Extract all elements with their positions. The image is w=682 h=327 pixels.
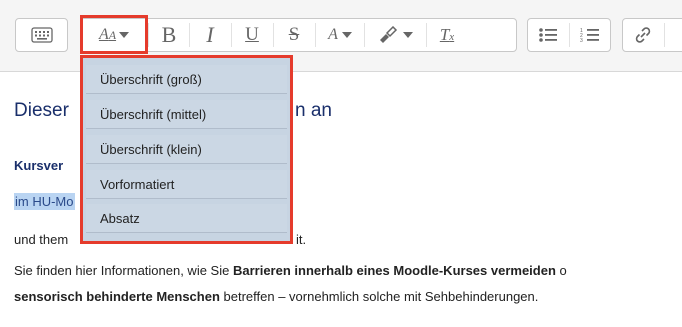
strikethrough-icon: S: [288, 24, 300, 45]
menu-item-heading-medium[interactable]: Überschrift (mittel): [86, 100, 287, 129]
toolbar-group-lists: 1 2 3: [527, 18, 611, 52]
heading-dropdown-menu: Überschrift (groß) Überschrift (mittel) …: [80, 55, 293, 244]
background-color-button[interactable]: [365, 19, 425, 51]
font-color-icon: A: [328, 26, 338, 43]
bold-button[interactable]: B: [149, 19, 189, 51]
bullet-list-icon: [539, 28, 557, 42]
menu-item-paragraph[interactable]: Absatz: [86, 204, 287, 233]
svg-text:3: 3: [580, 38, 583, 43]
numbered-list-icon: 1 2 3: [580, 28, 599, 43]
link-icon: [635, 27, 651, 43]
bold-icon: B: [161, 22, 177, 47]
backcolor-icon: [380, 26, 398, 43]
toolbar-group-link: [622, 18, 682, 52]
menu-item-preformatted[interactable]: Vorformatiert: [86, 170, 287, 199]
strikethrough-button[interactable]: S: [274, 19, 314, 51]
paragraph-line-1: Sie finden hier Informationen, wie Sie B…: [14, 263, 567, 278]
menu-item-heading-large[interactable]: Überschrift (groß): [86, 65, 287, 94]
selected-text: im HU-Mo: [14, 193, 75, 210]
italic-icon: I: [206, 22, 214, 47]
numbered-list-button[interactable]: 1 2 3: [570, 19, 610, 51]
italic-button[interactable]: I: [190, 19, 230, 51]
body-text-fragment: und them: [14, 232, 69, 247]
clear-formatting-button[interactable]: Tx: [427, 19, 467, 51]
menu-item-heading-small[interactable]: Überschrift (klein): [86, 135, 287, 164]
body-paragraph: Sie finden hier Informationen, wie Sie B…: [14, 258, 682, 310]
toolbar-toggle-icon[interactable]: [16, 19, 67, 51]
heading-button-highlight: [80, 15, 148, 54]
paragraph-line-2: sensorisch behinderte Menschen betreffen…: [14, 289, 539, 304]
toolbar-separator: [664, 23, 665, 47]
underline-icon: U: [245, 24, 259, 45]
course-label: Kursver: [14, 158, 64, 173]
toolbar-group-toggle: [15, 18, 68, 52]
link-button[interactable]: [623, 19, 663, 51]
chevron-down-icon: [341, 32, 352, 38]
body-text-end: it.: [296, 232, 307, 247]
clear-formatting-icon: Tx: [439, 25, 455, 44]
underline-button[interactable]: U: [232, 19, 272, 51]
page-heading: Dieser: [14, 100, 69, 121]
font-color-button[interactable]: A: [316, 19, 364, 51]
chevron-down-icon: [403, 32, 413, 38]
bullet-list-button[interactable]: [528, 19, 568, 51]
page-heading-end: n an: [295, 100, 332, 121]
